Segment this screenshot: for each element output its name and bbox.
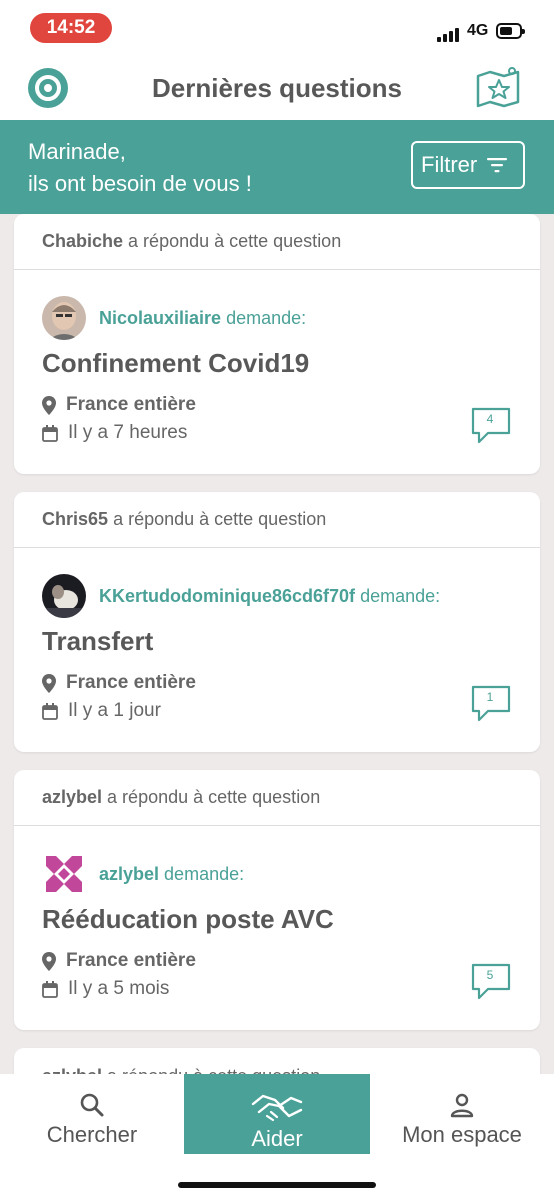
status-time: 14:52 [30,13,112,43]
helping-hands-icon [251,1094,303,1122]
question-time: Il y a 5 mois [42,978,169,1000]
question-time: Il y a 7 heures [42,422,187,444]
answerer-name: Chabiche [42,231,124,251]
banner-subtitle: ils ont besoin de vous ! [28,171,252,196]
time-text: Il y a 7 heures [68,422,188,443]
app-header: Dernières questions [0,58,554,120]
reply-count: 4 [486,412,494,426]
tab-profile[interactable]: Mon espace [370,1074,554,1154]
card-answer-header: Chabiche a répondu à cette question [14,214,540,270]
reply-count-badge[interactable]: 1 [470,684,512,726]
asker-name[interactable]: azlybel [99,864,159,884]
location-pin-icon [42,673,56,693]
map-star-icon[interactable] [474,64,524,110]
question-time: Il y a 1 jour [42,700,161,722]
answered-text: a répondu à cette question [128,231,342,251]
reply-count-badge[interactable]: 5 [470,962,512,1004]
network-type: 4G [467,22,489,39]
question-title[interactable]: Transfert [42,626,153,657]
welcome-banner: Marinade, ils ont besoin de vous ! Filtr… [0,120,554,214]
answered-text: a répondu à cette question [113,509,327,529]
card-answer-header: Chris65 a répondu à cette question [14,492,540,548]
asker-line: KKertudodominique86cd6f70f demande: [99,586,440,607]
question-location: France entière [42,950,196,972]
reply-count-badge[interactable]: 4 [470,406,512,448]
answerer-name: azlybel [42,787,103,807]
asker-row: Nicolauxiliaire demande: [42,296,306,340]
question-card[interactable]: azlybel a répondu à cette question azlyb… [14,770,540,1030]
card-answer-header: azlybel a répondu à cette question [14,770,540,826]
location-pin-icon [42,951,56,971]
battery-icon [496,23,525,39]
search-icon [80,1093,104,1117]
avatar[interactable] [42,852,86,896]
tab-profile-label: Mon espace [402,1122,522,1147]
question-title[interactable]: Rééducation poste AVC [42,904,334,935]
location-text: France entière [66,672,196,693]
time-text: Il y a 1 jour [68,700,161,721]
question-location: France entière [42,672,196,694]
asker-name[interactable]: KKertudodominique86cd6f70f [99,586,355,606]
home-indicator [178,1182,376,1188]
location-pin-icon [42,395,56,415]
asker-name[interactable]: Nicolauxiliaire [99,308,221,328]
calendar-icon [42,702,58,720]
tab-search[interactable]: Chercher [0,1074,184,1154]
reply-count: 1 [486,690,494,704]
question-card[interactable]: Chabiche a répondu à cette question Nico… [14,214,540,474]
page-title: Dernières questions [152,73,402,103]
status-bar: 14:52 4G [0,0,554,58]
asker-line: Nicolauxiliaire demande: [99,308,306,329]
question-title[interactable]: Confinement Covid19 [42,348,309,379]
answered-text: a répondu à cette question [107,787,321,807]
question-location: France entière [42,394,196,416]
tab-help[interactable]: Aider [184,1074,370,1154]
asks-text: demande: [360,585,441,606]
time-text: Il y a 5 mois [68,978,170,999]
signal-icon [437,26,465,42]
location-text: France entière [66,950,196,971]
calendar-icon [42,424,58,442]
tab-help-label: Aider [251,1126,303,1151]
filter-button[interactable]: Filtrer [411,141,525,189]
location-text: France entière [66,394,196,415]
avatar[interactable] [42,574,86,618]
asks-text: demande: [164,863,245,884]
asks-text: demande: [226,307,307,328]
banner-text: Marinade, ils ont besoin de vous ! [28,136,252,200]
calendar-icon [42,980,58,998]
filter-label: Filtrer [421,152,478,177]
answerer-name: Chris65 [42,509,109,529]
avatar[interactable] [42,296,86,340]
banner-greeting: Marinade, [28,139,126,164]
asker-line: azlybel demande: [99,864,244,885]
user-icon [450,1093,474,1118]
question-card[interactable]: Chris65 a répondu à cette question KKert… [14,492,540,752]
filter-icon [487,158,508,173]
reply-count: 5 [486,968,494,982]
asker-row: azlybel demande: [42,852,244,896]
tab-search-label: Chercher [46,1122,138,1147]
asker-row: KKertudodominique86cd6f70f demande: [42,574,440,618]
